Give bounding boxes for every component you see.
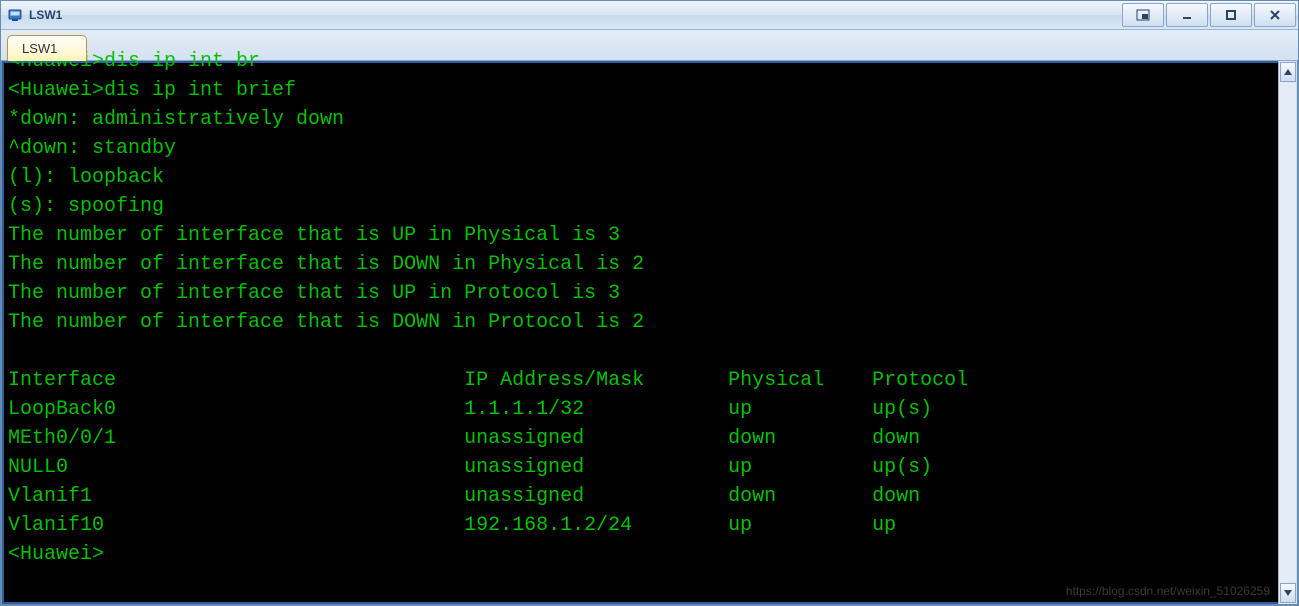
watermark-text: https://blog.csdn.net/weixin_51026259	[1066, 584, 1270, 598]
scroll-down-button[interactable]	[1280, 583, 1296, 603]
client-area: <Huawei>dis ip int br <Huawei>dis ip int…	[1, 61, 1298, 605]
tab-lsw1[interactable]: LSW1	[7, 35, 87, 61]
pip-button[interactable]	[1122, 3, 1164, 27]
app-window: LSW1 LSW1 <Huawei>dis ip int br <Huawei>…	[0, 0, 1299, 606]
scroll-up-button[interactable]	[1280, 62, 1296, 82]
maximize-button[interactable]	[1210, 3, 1252, 27]
titlebar[interactable]: LSW1	[1, 1, 1298, 30]
scroll-track[interactable]	[1280, 83, 1296, 582]
app-icon	[7, 7, 23, 23]
window-controls	[1122, 1, 1298, 27]
terminal-output[interactable]: <Huawei>dis ip int br <Huawei>dis ip int…	[4, 47, 1278, 602]
tab-label: LSW1	[22, 41, 57, 56]
minimize-button[interactable]	[1166, 3, 1208, 27]
window-title: LSW1	[29, 8, 62, 22]
close-button[interactable]	[1254, 3, 1296, 27]
vertical-scrollbar[interactable]	[1278, 61, 1297, 604]
terminal-wrap: <Huawei>dis ip int br <Huawei>dis ip int…	[2, 61, 1278, 604]
